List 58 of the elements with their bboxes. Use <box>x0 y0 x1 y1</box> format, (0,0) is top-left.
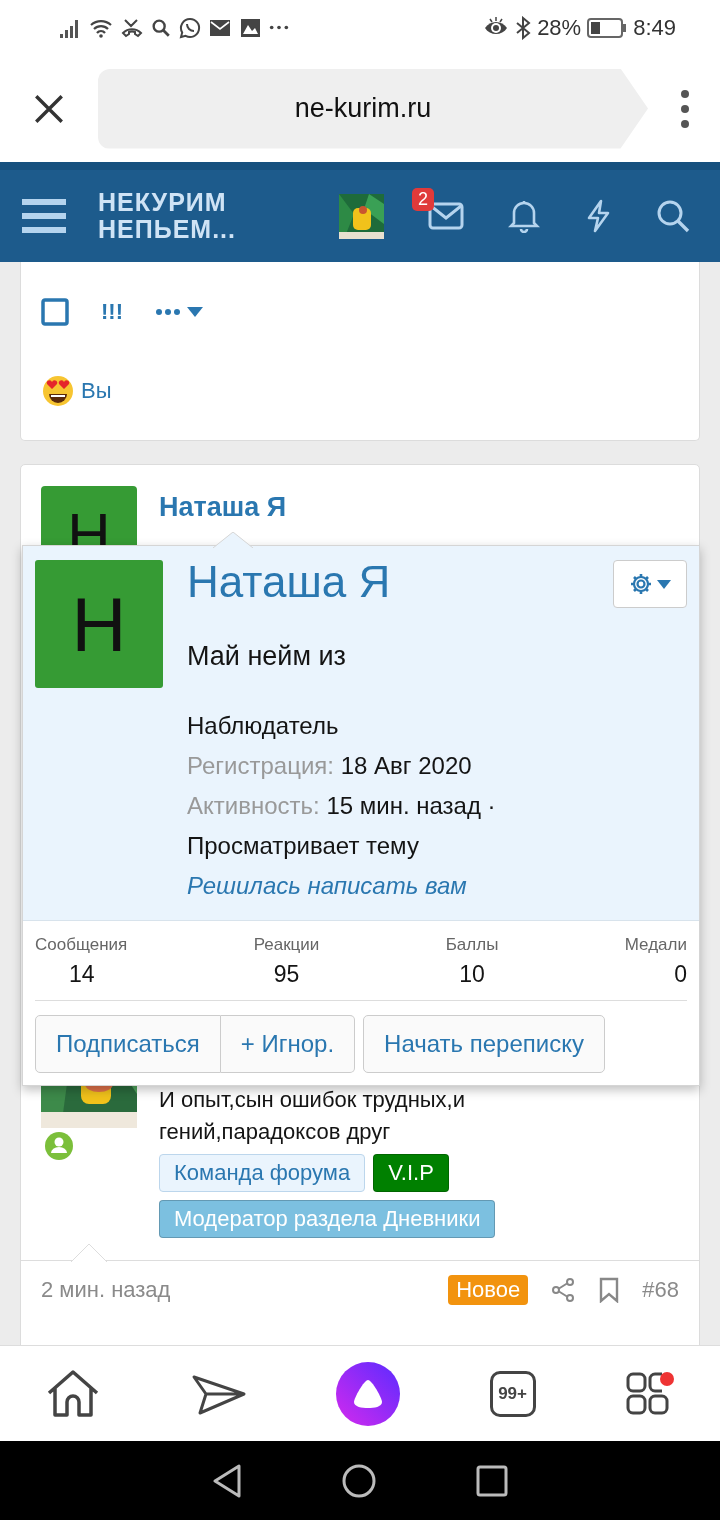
unread-badge: 2 <box>412 188 434 211</box>
mark-action[interactable]: !!! <box>101 299 123 325</box>
user-signature: И опыт,сын ошибок трудных,и гений,парадоксов друг <box>159 1086 466 1146</box>
new-badge: Новое <box>448 1275 529 1305</box>
reactor-link[interactable]: Вы <box>81 378 112 404</box>
stat-label: Сообщения <box>35 935 128 955</box>
follow-button[interactable]: Подписаться <box>35 1015 221 1073</box>
stat-label: Медали <box>624 935 687 955</box>
assistant-icon[interactable] <box>336 1361 400 1426</box>
stat-value: 0 <box>674 961 687 988</box>
thread-link[interactable]: Решилась написать вам <box>187 872 467 899</box>
settings-menu-button[interactable] <box>613 560 687 608</box>
more-icon <box>268 25 290 30</box>
heart-eyes-emoji-icon <box>41 374 75 408</box>
recents-icon[interactable] <box>476 1465 508 1497</box>
home-circle-icon[interactable] <box>342 1464 376 1498</box>
more-menu[interactable] <box>155 307 203 317</box>
search-icon[interactable] <box>656 199 690 233</box>
bluetooth-icon <box>515 15 532 40</box>
member-avatar[interactable]: Н <box>35 560 163 688</box>
stat-label: Реакции <box>253 935 320 955</box>
user-title-tag: V.I.P <box>373 1154 449 1192</box>
ignore-button[interactable]: + Игнор. <box>220 1015 356 1073</box>
registration-label: Регистрация: <box>187 752 334 779</box>
stat-value: 95 <box>273 961 300 988</box>
site-logo[interactable]: НЕКУРИМ НЕПЬЕМ... <box>98 189 339 243</box>
bell-icon[interactable] <box>508 199 540 233</box>
bookmark-icon[interactable] <box>598 1277 621 1303</box>
back-icon[interactable] <box>212 1464 242 1498</box>
caret-icon <box>187 307 203 317</box>
clock: 8:49 <box>633 14 676 41</box>
url-field[interactable]: ne-kurim.ru <box>98 68 648 149</box>
stat-value: 14 <box>69 961 95 988</box>
caret-icon <box>657 579 671 589</box>
post-time[interactable]: 2 мин. назад <box>41 1277 171 1303</box>
tabs-counter-button[interactable]: 99+ <box>489 1370 536 1417</box>
stat-label: Баллы <box>445 935 499 955</box>
post-number[interactable]: #68 <box>642 1277 679 1303</box>
more-dots-icon <box>155 308 181 316</box>
checkbox-icon[interactable] <box>41 298 69 326</box>
chat-bubble-icon <box>178 15 202 40</box>
envelope-icon[interactable] <box>428 202 464 230</box>
user-title-tag: Команда форума <box>159 1154 366 1192</box>
settings-icon <box>629 572 653 596</box>
member-status: Май нейм из <box>187 640 347 673</box>
battery-icon <box>587 16 628 39</box>
user-title-tag: Модератор раздела Дневники <box>159 1200 496 1238</box>
battery-percent: 28% <box>537 14 582 41</box>
start-conversation-button[interactable]: Начать переписку <box>363 1015 605 1073</box>
apps-grid-icon[interactable] <box>625 1370 676 1417</box>
menu-icon[interactable] <box>22 198 66 234</box>
member-role: Наблюдатель <box>187 711 340 741</box>
stat-value: 10 <box>459 961 485 988</box>
kebab-menu-icon[interactable] <box>680 88 690 129</box>
share-icon[interactable] <box>550 1277 577 1303</box>
registration-date: 18 Авг 2020 <box>340 752 472 779</box>
member-name[interactable]: Наташа Я <box>187 560 391 604</box>
activity-text: Активность: 15 мин. назад · Просматривает тему Решилась написать вам <box>187 791 497 901</box>
